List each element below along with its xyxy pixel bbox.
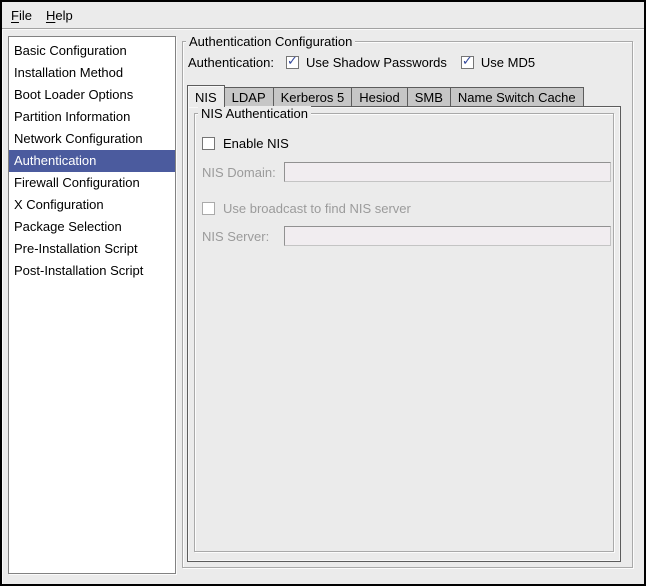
- sidebar-item-x-configuration[interactable]: X Configuration: [9, 194, 175, 216]
- nis-server-row: NIS Server:: [202, 226, 611, 246]
- nis-domain-row: NIS Domain:: [202, 162, 611, 182]
- sidebar-item-firewall-configuration[interactable]: Firewall Configuration: [9, 172, 175, 194]
- menu-file-mnemonic: F: [11, 8, 19, 23]
- use-md5-checkbox[interactable]: ✓: [461, 56, 474, 69]
- use-shadow-passwords-group: ✓ Use Shadow Passwords: [286, 55, 447, 70]
- section-list: Basic Configuration Installation Method …: [8, 36, 176, 574]
- use-shadow-passwords-label[interactable]: Use Shadow Passwords: [306, 55, 447, 70]
- sidebar-item-boot-loader-options[interactable]: Boot Loader Options: [9, 84, 175, 106]
- tab-nis[interactable]: NIS: [187, 85, 225, 107]
- tab-name-switch-cache[interactable]: Name Switch Cache: [450, 87, 584, 106]
- menu-help-mnemonic: H: [46, 8, 55, 23]
- menu-file[interactable]: File: [4, 4, 39, 27]
- authentication-options-row: Authentication: ✓ Use Shadow Passwords ✓…: [188, 53, 535, 71]
- checkmark-icon: ✓: [287, 54, 298, 67]
- menu-help[interactable]: Help: [39, 4, 80, 27]
- nis-tab-page: NIS Authentication ✓ Enable NIS NIS Doma…: [187, 106, 621, 562]
- menu-bar: File Help: [2, 2, 644, 29]
- nis-authentication-frame: NIS Authentication ✓ Enable NIS NIS Doma…: [194, 113, 614, 552]
- use-md5-group: ✓ Use MD5: [461, 55, 535, 70]
- use-broadcast-checkbox[interactable]: ✓: [202, 202, 215, 215]
- use-broadcast-row: ✓ Use broadcast to find NIS server: [202, 198, 411, 218]
- use-shadow-passwords-checkbox[interactable]: ✓: [286, 56, 299, 69]
- sidebar-item-package-selection[interactable]: Package Selection: [9, 216, 175, 238]
- enable-nis-label[interactable]: Enable NIS: [223, 136, 289, 151]
- menu-file-label: ile: [19, 8, 32, 23]
- use-broadcast-label: Use broadcast to find NIS server: [223, 201, 411, 216]
- authentication-configuration-frame-title: Authentication Configuration: [186, 34, 355, 49]
- sidebar-item-pre-installation-script[interactable]: Pre-Installation Script: [9, 238, 175, 260]
- sidebar-item-partition-information[interactable]: Partition Information: [9, 106, 175, 128]
- sidebar-item-installation-method[interactable]: Installation Method: [9, 62, 175, 84]
- tab-kerberos-5[interactable]: Kerberos 5: [273, 87, 353, 106]
- authentication-configuration-frame: Authentication Configuration Authenticat…: [182, 41, 633, 568]
- tab-ldap[interactable]: LDAP: [224, 87, 274, 106]
- menu-help-label: elp: [55, 8, 72, 23]
- sidebar-item-authentication[interactable]: Authentication: [9, 150, 175, 172]
- authentication-label: Authentication:: [188, 55, 274, 70]
- use-md5-label[interactable]: Use MD5: [481, 55, 535, 70]
- sidebar-item-network-configuration[interactable]: Network Configuration: [9, 128, 175, 150]
- tab-row: NIS LDAP Kerberos 5 Hesiod SMB Name Swit…: [187, 84, 621, 107]
- nis-domain-label: NIS Domain:: [202, 165, 284, 180]
- sidebar-item-basic-configuration[interactable]: Basic Configuration: [9, 40, 175, 62]
- sidebar-item-post-installation-script[interactable]: Post-Installation Script: [9, 260, 175, 282]
- authentication-notebook: NIS LDAP Kerberos 5 Hesiod SMB Name Swit…: [187, 84, 621, 562]
- enable-nis-row: ✓ Enable NIS: [202, 133, 289, 153]
- nis-server-input[interactable]: [284, 226, 611, 246]
- nis-authentication-frame-title: NIS Authentication: [198, 106, 311, 121]
- nis-domain-input[interactable]: [284, 162, 611, 182]
- tab-smb[interactable]: SMB: [407, 87, 451, 106]
- checkmark-icon: ✓: [462, 54, 473, 67]
- tab-hesiod[interactable]: Hesiod: [351, 87, 407, 106]
- enable-nis-checkbox[interactable]: ✓: [202, 137, 215, 150]
- kickstart-configurator-window: File Help Basic Configuration Installati…: [0, 0, 646, 586]
- nis-server-label: NIS Server:: [202, 229, 284, 244]
